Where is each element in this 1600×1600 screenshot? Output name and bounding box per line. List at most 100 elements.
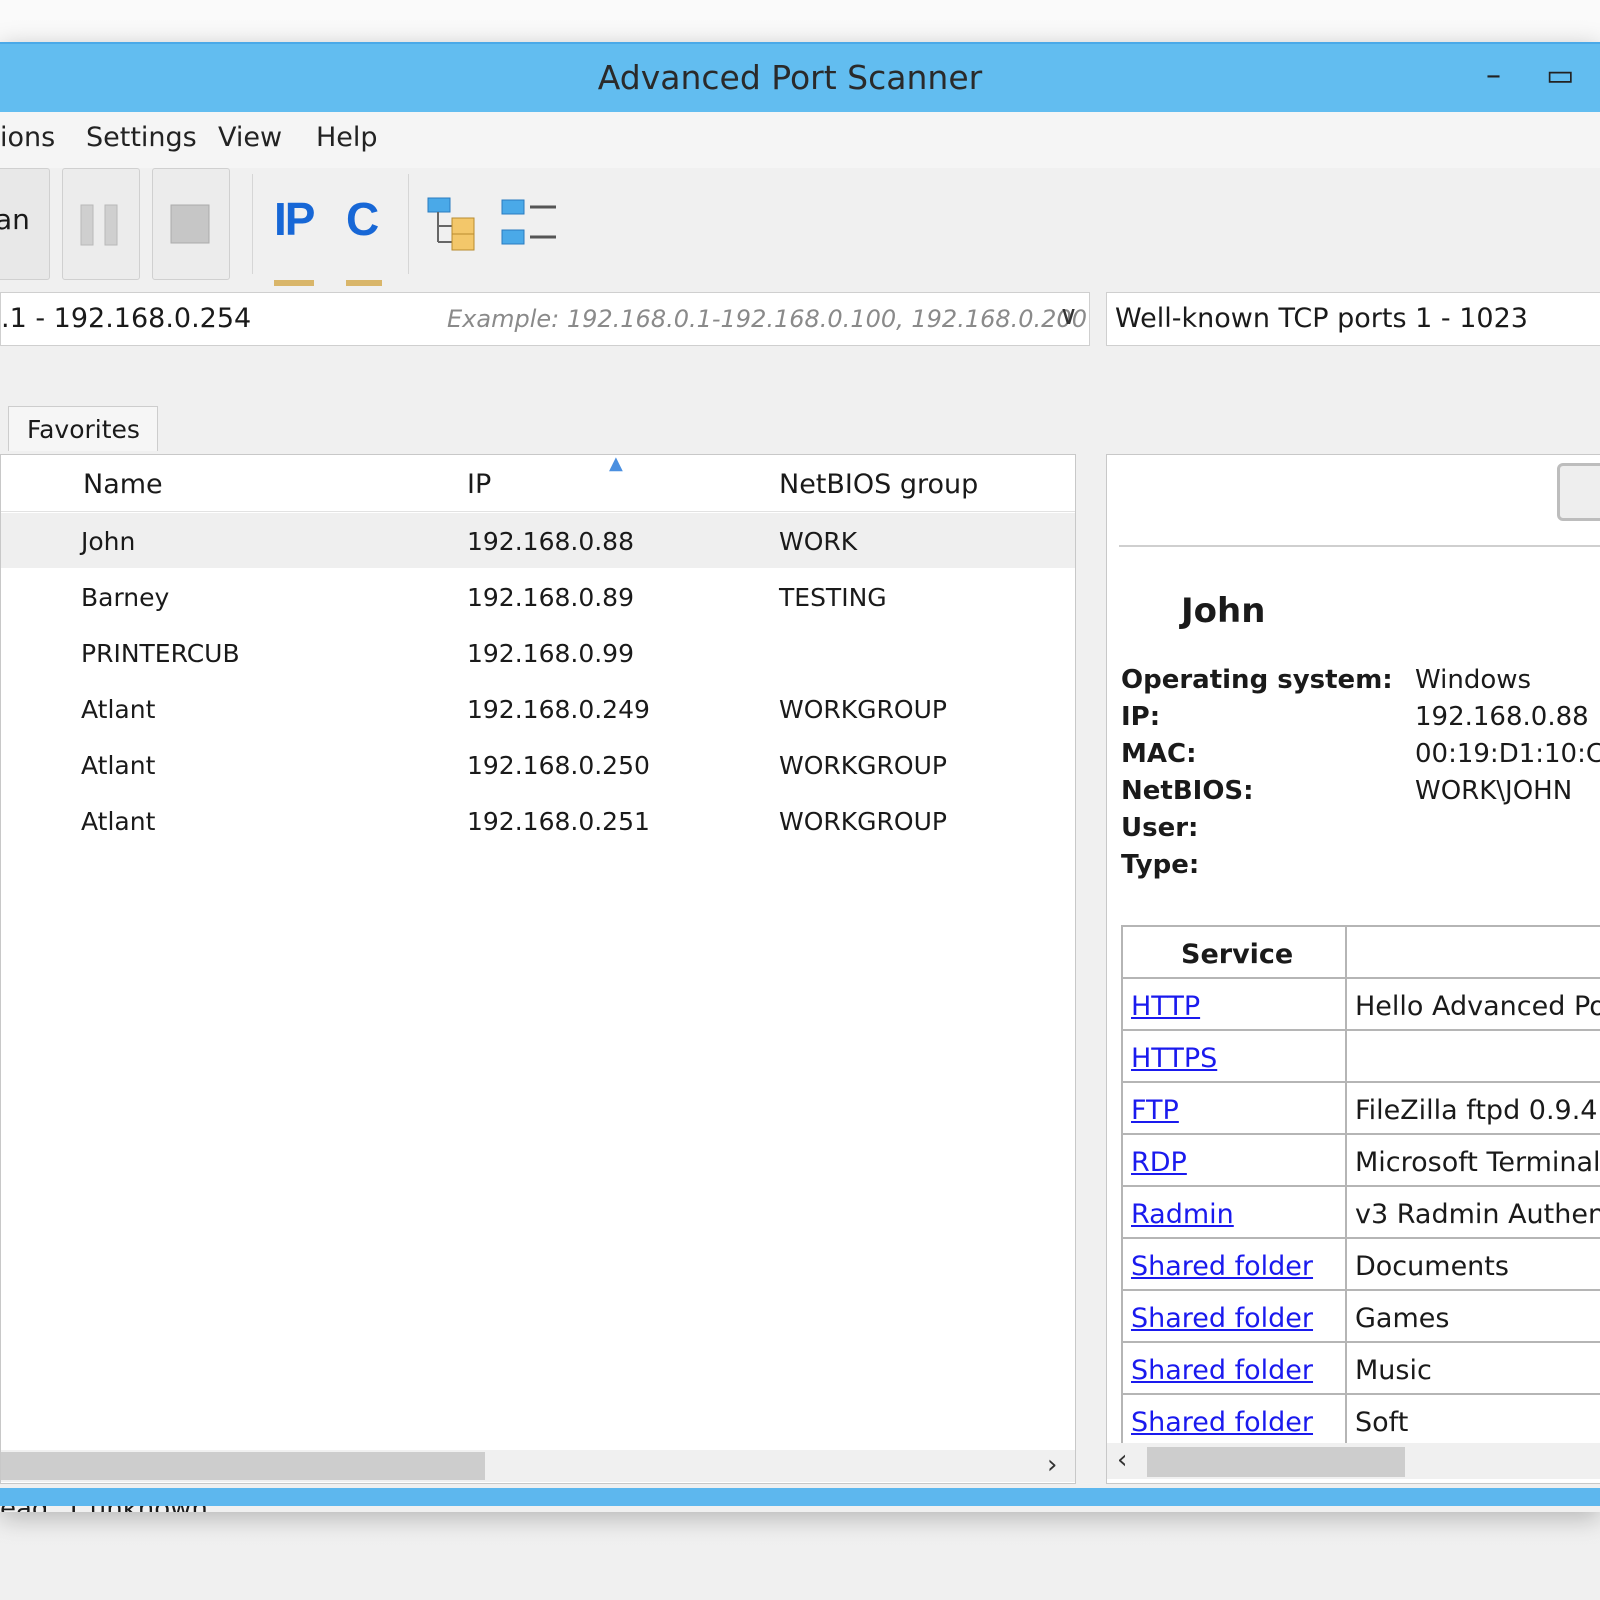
stop-button[interactable] [152, 168, 230, 280]
menu-bar: ions Settings View Help [0, 112, 1600, 168]
cell-group: WORKGROUP [779, 751, 947, 780]
table-row[interactable]: PRINTERCUB 192.168.0.99 [1, 625, 1075, 680]
detail-value: 192.168.0.88 [1415, 702, 1589, 732]
scroll-right-icon[interactable]: › [1047, 1450, 1057, 1480]
ip-icon: IP [274, 193, 315, 245]
menu-help[interactable]: Help [316, 122, 378, 153]
service-cell[interactable]: HTTP [1121, 977, 1347, 1031]
service-link[interactable]: Shared folder [1131, 1303, 1313, 1334]
sort-ascending-icon: ▲ [609, 453, 623, 474]
service-link[interactable]: Radmin [1131, 1199, 1234, 1230]
cell-name: PRINTERCUB [81, 639, 240, 668]
list-view-icon [501, 199, 556, 245]
service-cell[interactable]: RDP [1121, 1133, 1347, 1187]
detail-label: User: [1121, 813, 1199, 843]
cell-group: WORK [779, 527, 858, 556]
cell-name: Atlant [81, 695, 156, 724]
service-info-header-cell [1345, 925, 1600, 979]
results-horizontal-scrollbar[interactable]: › [1, 1450, 1075, 1482]
ip-range-value: .1 - 192.168.0.254 [1, 303, 252, 334]
service-info: Games [1355, 1303, 1450, 1334]
details-horizontal-scrollbar[interactable]: ‹ [1107, 1443, 1600, 1479]
scrollbar-thumb[interactable] [1, 1452, 485, 1480]
table-row[interactable]: Barney 192.168.0.89 TESTING [1, 569, 1075, 624]
service-link[interactable]: HTTP [1131, 991, 1200, 1022]
cell-group: WORKGROUP [779, 695, 947, 724]
service-link[interactable]: Shared folder [1131, 1407, 1313, 1438]
printer-icon[interactable] [1557, 463, 1600, 521]
cell-ip: 192.168.0.88 [467, 527, 634, 556]
detail-row: Type: [1121, 850, 1600, 886]
service-info: Soft [1355, 1407, 1409, 1438]
service-cell[interactable]: Shared folder [1121, 1289, 1347, 1343]
detail-label: Operating system: [1121, 665, 1393, 695]
service-link[interactable]: RDP [1131, 1147, 1187, 1178]
detail-value: WORK\JOHN [1415, 776, 1573, 806]
ip-button[interactable]: IP [272, 168, 328, 286]
detail-row: IP: 192.168.0.88 [1121, 702, 1600, 738]
menu-options[interactable]: ions [0, 122, 55, 153]
service-link[interactable]: Shared folder [1131, 1251, 1313, 1282]
toolbar-separator [252, 174, 253, 274]
details-panel: John Operating system: Windows IP: 192.1… [1106, 454, 1600, 1484]
table-row[interactable]: Atlant 192.168.0.251 WORKGROUP [1, 793, 1075, 848]
pause-icon [80, 204, 118, 246]
service-link[interactable]: Shared folder [1131, 1355, 1313, 1386]
cell-name: Barney [81, 583, 170, 612]
service-cell[interactable]: Shared folder [1121, 1237, 1347, 1291]
cell-ip: 192.168.0.89 [467, 583, 634, 612]
service-info: Microsoft Terminal S [1355, 1147, 1600, 1178]
scroll-left-icon[interactable]: ‹ [1117, 1445, 1127, 1475]
scan-button[interactable]: an [0, 168, 50, 280]
column-header-name[interactable]: Name [83, 469, 163, 500]
detail-label: IP: [1121, 702, 1161, 732]
results-list: Name IP ▲ NetBIOS group John 192.168.0.8… [0, 453, 1076, 1484]
detail-value: Windows [1415, 665, 1532, 695]
cell-group: WORKGROUP [779, 807, 947, 836]
table-row[interactable]: John 192.168.0.88 WORK [1, 513, 1075, 568]
c-button[interactable]: C [344, 168, 394, 286]
service-header-cell: Service [1121, 925, 1347, 979]
stop-icon [170, 204, 210, 244]
chevron-down-icon[interactable]: ∨ [1059, 301, 1078, 331]
menu-view[interactable]: View [218, 122, 282, 153]
service-link[interactable]: FTP [1131, 1095, 1179, 1126]
service-cell[interactable]: Shared folder [1121, 1341, 1347, 1395]
cell-name: Atlant [81, 807, 156, 836]
column-header-ip[interactable]: IP [467, 469, 491, 500]
service-info-cell: v3 Radmin Authent [1345, 1185, 1600, 1239]
scrollbar-thumb[interactable] [1147, 1447, 1405, 1477]
column-header-netbios-group[interactable]: NetBIOS group [779, 469, 978, 500]
detail-label: MAC: [1121, 739, 1197, 769]
service-info-cell: FileZilla ftpd 0.9.41 [1345, 1081, 1600, 1135]
service-info: Hello Advanced Por [1355, 991, 1600, 1022]
cell-name: John [81, 527, 136, 556]
minimize-button[interactable]: – [1486, 58, 1501, 93]
ip-icon-underline [274, 280, 314, 286]
service-cell[interactable]: Shared folder [1121, 1393, 1347, 1447]
service-link[interactable]: HTTPS [1131, 1043, 1217, 1074]
table-row[interactable]: Atlant 192.168.0.249 WORKGROUP [1, 681, 1075, 736]
service-info-cell: Soft [1345, 1393, 1600, 1447]
service-cell[interactable]: FTP [1121, 1081, 1347, 1135]
menu-settings[interactable]: Settings [86, 122, 197, 153]
detail-value: 00:19:D1:10:C [1415, 739, 1600, 769]
table-row[interactable]: Atlant 192.168.0.250 WORKGROUP [1, 737, 1075, 792]
app-window: Advanced Port Scanner – ▭ ions Settings … [0, 42, 1600, 1512]
service-info: FileZilla ftpd 0.9.41 [1355, 1095, 1600, 1126]
ports-input[interactable]: Well-known TCP ports 1 - 1023 [1106, 292, 1600, 346]
c-icon-underline [346, 280, 382, 286]
service-cell[interactable]: HTTPS [1121, 1029, 1347, 1083]
tab-strip: Favorites [0, 406, 1090, 452]
expand-tree-button[interactable] [426, 196, 486, 256]
detail-label: Type: [1121, 850, 1200, 880]
detail-row: MAC: 00:19:D1:10:C [1121, 739, 1600, 775]
maximize-button[interactable]: ▭ [1546, 58, 1574, 93]
ip-range-input[interactable]: .1 - 192.168.0.254 Example: 192.168.0.1-… [0, 292, 1090, 346]
tab-favorites[interactable]: Favorites [8, 406, 158, 451]
service-info-cell: Music [1345, 1341, 1600, 1395]
detail-row: Operating system: Windows [1121, 665, 1600, 701]
pause-button[interactable] [62, 168, 140, 280]
service-cell[interactable]: Radmin [1121, 1185, 1347, 1239]
list-view-button[interactable] [500, 196, 560, 256]
